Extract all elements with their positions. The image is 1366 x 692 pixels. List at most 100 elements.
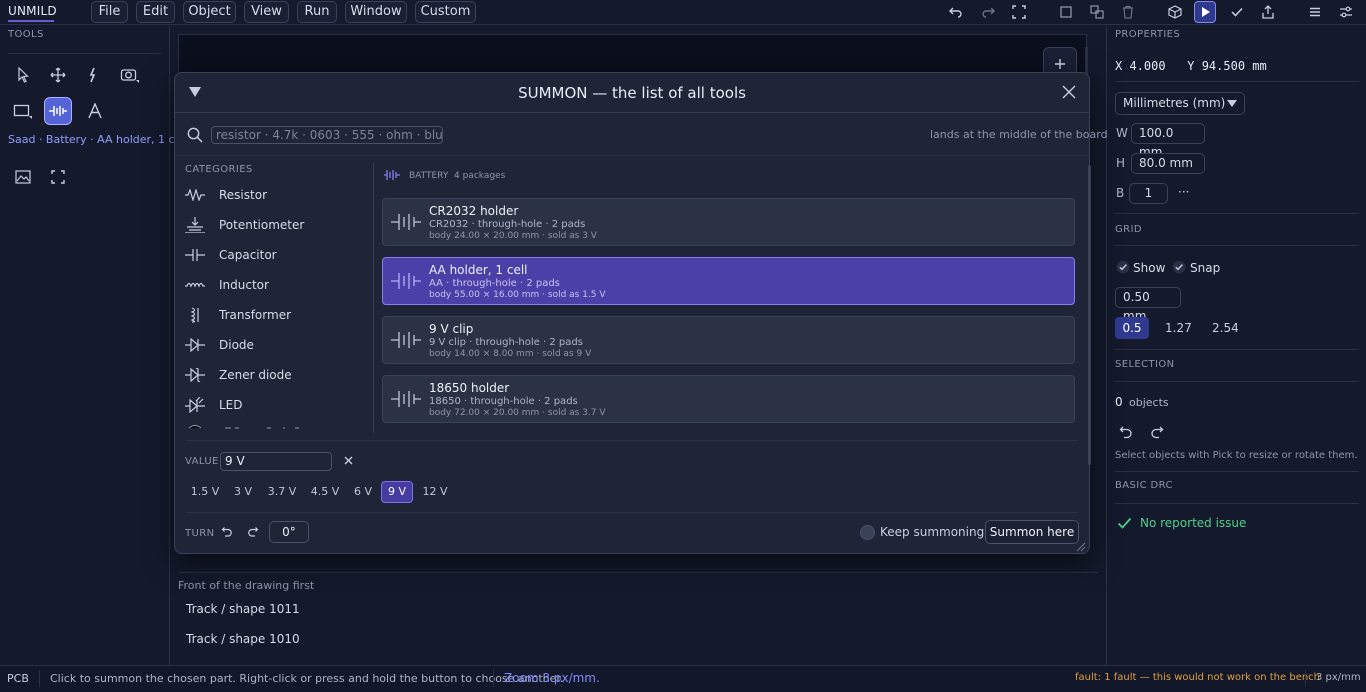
- height-input[interactable]: 80.0 mm: [1131, 153, 1205, 174]
- category-led[interactable]: LED: [185, 390, 370, 420]
- value-preset[interactable]: 3 V: [229, 481, 257, 503]
- category-potentiometer[interactable]: Potentiometer: [185, 210, 370, 240]
- battery-group-icon: [384, 169, 400, 181]
- value-preset[interactable]: 3.7 V: [263, 481, 301, 503]
- snap-check-icon[interactable]: [1172, 260, 1186, 274]
- category-transformer[interactable]: Transformer: [185, 300, 370, 330]
- check-icon[interactable]: [1226, 1, 1248, 23]
- w-label: W: [1116, 126, 1128, 140]
- value-preset-selected[interactable]: 9 V: [381, 481, 413, 503]
- package-name: CR2032 holder: [429, 204, 519, 218]
- menu-file[interactable]: File: [91, 1, 128, 23]
- package-item-selected[interactable]: AA holder, 1 cell AA · through-hole · 2 …: [382, 257, 1075, 305]
- grid-size-input[interactable]: 0.50 mm: [1115, 287, 1181, 323]
- value-preset[interactable]: 1.5 V: [186, 481, 224, 503]
- play-icon[interactable]: [1194, 1, 1216, 23]
- status-bar: PCB Click to summon the chosen part. Rig…: [0, 665, 1366, 692]
- package-desc: CR2032 · through-hole · 2 pads: [429, 219, 586, 230]
- package-item[interactable]: 18650 holder 18650 · through-hole · 2 pa…: [382, 375, 1075, 423]
- fullscreen-tool[interactable]: [44, 163, 72, 191]
- divider: [185, 512, 1078, 513]
- show-check-icon[interactable]: [1116, 260, 1130, 274]
- category-diode[interactable]: Diode: [185, 330, 370, 360]
- dialog-scrollbar[interactable]: [1088, 165, 1091, 465]
- move-tool[interactable]: [44, 61, 72, 89]
- resize-grip-icon[interactable]: [1074, 540, 1086, 552]
- category-capacitor[interactable]: Capacitor: [185, 240, 370, 270]
- menu-view[interactable]: View: [244, 1, 289, 23]
- rotate-left-icon[interactable]: [1119, 425, 1133, 439]
- package-item[interactable]: CR2032 holder CR2032 · through-hole · 2 …: [382, 198, 1075, 246]
- battery-tool[interactable]: [44, 97, 72, 125]
- pick-tool[interactable]: [9, 61, 37, 89]
- search-input[interactable]: resistor · 4.7k · 0603 · 555 · ohm · blu…: [211, 126, 443, 144]
- menu-edit[interactable]: Edit: [136, 1, 175, 23]
- divider: [1115, 349, 1359, 350]
- grid-preset-0.5[interactable]: 0.5: [1115, 317, 1149, 339]
- rectangle-tool[interactable]: [9, 97, 37, 125]
- category-inductor[interactable]: Inductor: [185, 270, 370, 300]
- fit-icon[interactable]: [1008, 1, 1030, 23]
- width-input[interactable]: 100.0 mm: [1131, 123, 1205, 159]
- sliders-icon[interactable]: [1335, 1, 1357, 23]
- category-label: Resistor: [219, 188, 267, 202]
- search-hint: lands at the middle of the board: [930, 128, 1108, 141]
- keep-summoning-toggle[interactable]: [860, 525, 875, 540]
- divider: [1115, 81, 1359, 82]
- divider: [1115, 381, 1359, 382]
- rotate-ccw-icon[interactable]: [221, 526, 233, 538]
- frame-icon[interactable]: [1055, 1, 1077, 23]
- transformer-icon: [185, 307, 205, 323]
- led-icon: [185, 397, 205, 413]
- diode-icon: [185, 337, 205, 353]
- layers-heading: Front of the drawing first: [178, 579, 315, 592]
- category-label: Diode: [219, 338, 254, 352]
- trash-icon[interactable]: [1117, 1, 1139, 23]
- turn-input[interactable]: 0°: [269, 521, 309, 543]
- grid-preset-1.27[interactable]: 1.27: [1165, 321, 1192, 335]
- undo-icon[interactable]: [945, 1, 967, 23]
- image-tool[interactable]: [9, 163, 37, 191]
- package-item[interactable]: 9 V clip 9 V clip · through-hole · 2 pad…: [382, 316, 1075, 364]
- text-tool[interactable]: [81, 97, 109, 125]
- fault-indicator[interactable]: fault: 1 fault — this would not work on …: [1075, 672, 1320, 683]
- coords-readout: X 4.000 Y 94.500 mm: [1115, 59, 1267, 73]
- b-input[interactable]: 1: [1129, 183, 1168, 204]
- rotate-cw-icon[interactable]: [247, 526, 259, 538]
- pen-tool[interactable]: [79, 61, 107, 89]
- rotate-right-icon[interactable]: [1150, 425, 1164, 439]
- units-select[interactable]: Millimetres (mm): [1115, 92, 1245, 115]
- h-label: H: [1116, 156, 1126, 170]
- layer-item[interactable]: Track / shape 1010: [186, 632, 300, 646]
- grid-preset-2.54[interactable]: 2.54: [1212, 321, 1239, 335]
- cube-icon[interactable]: [1164, 1, 1186, 23]
- more-button[interactable]: ···: [1178, 185, 1189, 199]
- group-icon[interactable]: [1086, 1, 1108, 23]
- export-icon[interactable]: [1257, 1, 1279, 23]
- value-preset[interactable]: 12 V: [419, 481, 451, 503]
- divider: [1305, 670, 1306, 687]
- close-icon[interactable]: [1062, 85, 1076, 99]
- clear-icon[interactable]: [344, 456, 353, 465]
- zener-icon: [185, 367, 205, 383]
- layer-item[interactable]: Track / shape 1011: [186, 602, 300, 616]
- package-name: 18650 holder: [429, 381, 510, 395]
- category-zener-diode[interactable]: Zener diode: [185, 360, 370, 390]
- menu-window[interactable]: Window: [345, 1, 407, 23]
- value-label: VALUE: [185, 456, 219, 467]
- category-list-overflow: [187, 423, 307, 429]
- value-preset[interactable]: 4.5 V: [306, 481, 344, 503]
- summon-here-button[interactable]: Summon here: [985, 520, 1079, 544]
- menu-custom[interactable]: Custom: [415, 1, 476, 23]
- value-input[interactable]: 9 V: [220, 452, 332, 471]
- menu-run[interactable]: Run: [297, 1, 337, 23]
- redo-icon[interactable]: [977, 1, 999, 23]
- divider: [1115, 503, 1359, 504]
- value-preset[interactable]: 6 V: [349, 481, 377, 503]
- camera-tool[interactable]: [116, 61, 144, 89]
- divider: [373, 163, 374, 433]
- hamburger-icon[interactable]: [1304, 1, 1326, 23]
- inductor-icon: [185, 277, 205, 293]
- category-resistor[interactable]: Resistor: [185, 180, 370, 210]
- menu-object[interactable]: Object: [183, 1, 236, 23]
